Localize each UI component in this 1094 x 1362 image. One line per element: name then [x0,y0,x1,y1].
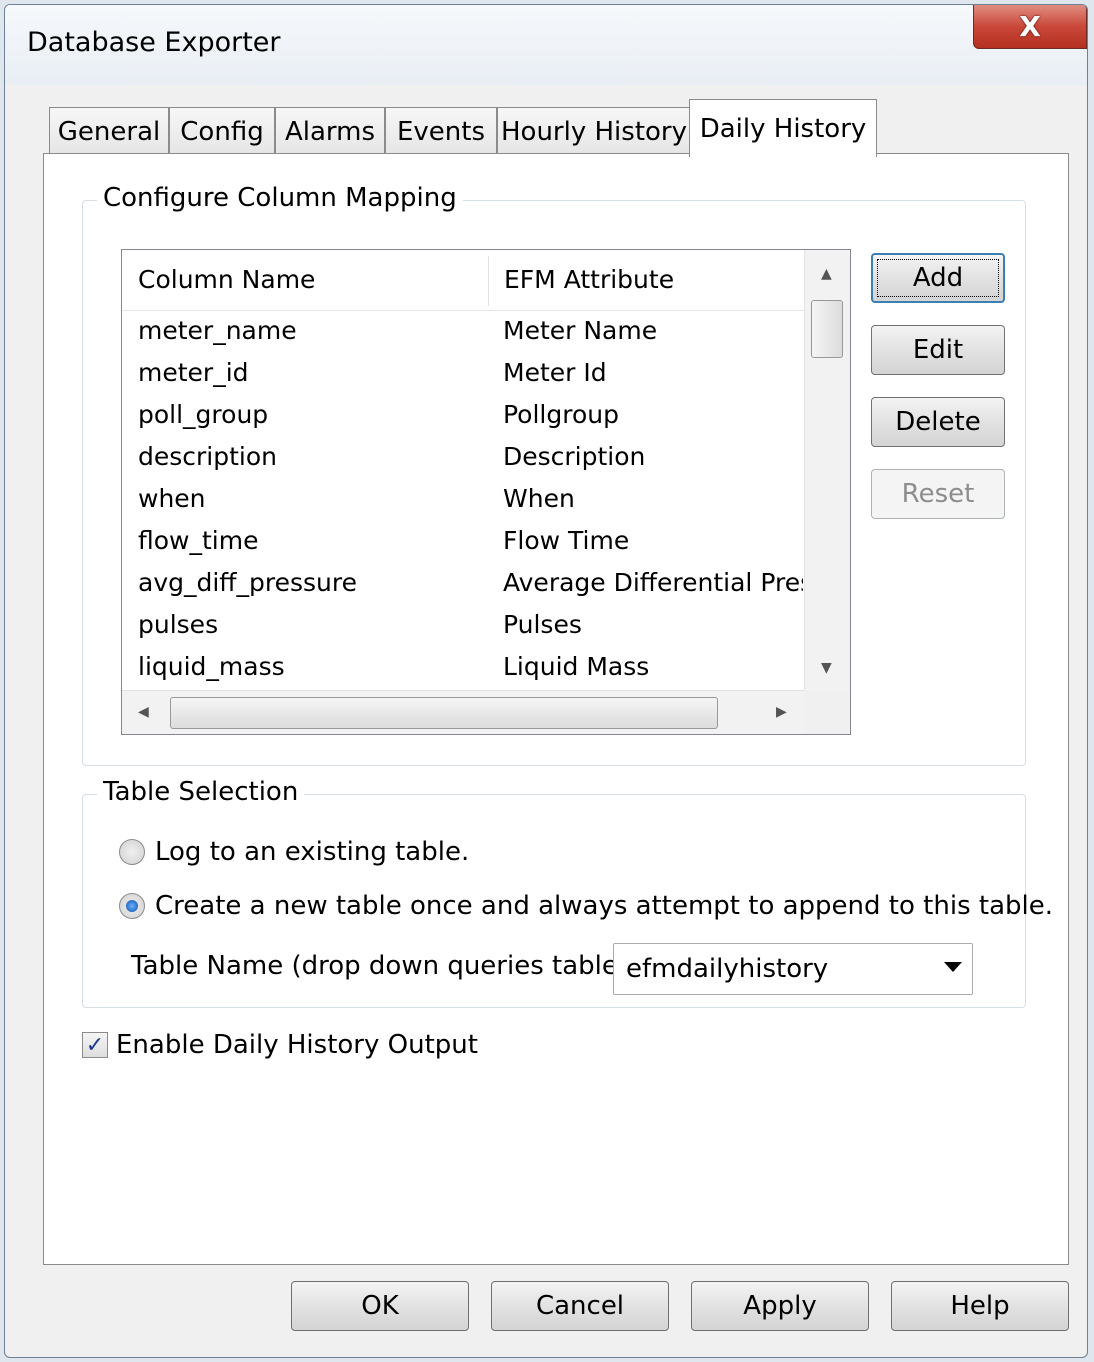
table-row[interactable]: flow_time Flow Time [122,522,804,564]
table-row[interactable]: description Description [122,438,804,480]
cell-efm-attribute: Average Differential Pres [503,568,803,597]
horizontal-scroll-thumb[interactable] [170,697,718,729]
cell-efm-attribute: Description [503,442,646,471]
scroll-down-arrow-icon[interactable]: ▼ [821,660,832,676]
header-column-name[interactable]: Column Name [122,250,488,310]
ok-button[interactable]: OK [291,1281,469,1331]
apply-button[interactable]: Apply [691,1281,869,1331]
enable-daily-history-checkbox[interactable]: ✓ [82,1032,108,1058]
radio-create-table-button[interactable] [119,893,145,919]
help-button-label: Help [950,1291,1010,1321]
enable-daily-history-label: Enable Daily History Output [116,1030,478,1060]
enable-daily-history-output[interactable]: ✓ Enable Daily History Output [82,1030,478,1060]
focus-rectangle [877,259,999,297]
cell-column-name: avg_diff_pressure [138,568,358,597]
cell-efm-attribute: When [503,484,575,513]
database-exporter-window: Database Exporter X General Config Alarm… [4,4,1088,1358]
close-icon: X [1019,10,1041,43]
reset-button-label: Reset [901,479,975,509]
vertical-scrollbar[interactable]: ▲ ▼ [804,250,850,690]
cell-efm-attribute: Flow Time [503,526,630,555]
scrollbar-corner [804,690,850,734]
tab-config[interactable]: Config [169,107,275,155]
tab-daily-history[interactable]: Daily History [689,99,877,157]
cell-efm-attribute: Pollgroup [503,400,619,429]
close-button[interactable]: X [973,5,1087,49]
table-name-label: Table Name (drop down queries tables) [131,951,642,981]
horizontal-scrollbar[interactable]: ◀ ▶ [122,690,804,734]
table-row[interactable]: when When [122,480,804,522]
cell-efm-attribute: Meter Id [503,358,607,387]
help-button[interactable]: Help [891,1281,1069,1331]
tab-hourly-history[interactable]: Hourly History [497,107,691,155]
column-mapping-group-label: Configure Column Mapping [97,183,463,213]
radio-existing-table[interactable]: Log to an existing table. [119,837,469,867]
cell-efm-attribute: Pulses [503,610,582,639]
window-title: Database Exporter [27,27,281,58]
tab-alarms[interactable]: Alarms [275,107,385,155]
ok-button-label: OK [361,1291,399,1321]
delete-button-label: Delete [895,407,981,437]
table-row[interactable]: pulses Pulses [122,606,804,648]
radio-create-table[interactable]: Create a new table once and always attem… [119,891,1053,921]
table-row[interactable]: liquid_mass Liquid Mass [122,648,804,690]
edit-button-label: Edit [912,335,964,365]
list-header: Column Name EFM Attribute [122,250,804,311]
vertical-scroll-thumb[interactable] [811,300,843,358]
table-name-dropdown[interactable]: efmdailyhistory [613,943,973,995]
reset-button[interactable]: Reset [871,469,1005,519]
column-mapping-group: Configure Column Mapping Column Name EFM… [82,183,1026,766]
cell-efm-attribute: Liquid Mass [503,652,650,681]
cell-efm-attribute: Meter Name [503,316,658,345]
table-name-value: efmdailyhistory [626,954,829,984]
chevron-down-icon[interactable] [944,962,962,972]
table-row[interactable]: poll_group Pollgroup [122,396,804,438]
radio-existing-table-button[interactable] [119,839,145,865]
table-selection-group-label: Table Selection [97,777,305,807]
daily-history-panel: Configure Column Mapping Column Name EFM… [43,153,1069,1265]
cancel-button[interactable]: Cancel [491,1281,669,1331]
cell-column-name: flow_time [138,526,259,555]
cell-column-name: pulses [138,610,219,639]
apply-button-label: Apply [743,1291,817,1321]
scroll-up-arrow-icon[interactable]: ▲ [821,266,832,282]
column-mapping-list[interactable]: Column Name EFM Attribute meter_name Mete… [121,249,851,735]
cell-column-name: poll_group [138,400,269,429]
tab-general[interactable]: General [49,107,169,155]
cancel-button-label: Cancel [535,1291,625,1321]
header-efm-attribute[interactable]: EFM Attribute [488,250,804,310]
cell-column-name: when [138,484,206,513]
radio-create-table-label: Create a new table once and always attem… [155,891,1053,921]
edit-button[interactable]: Edit [871,325,1005,375]
radio-existing-table-label: Log to an existing table. [155,837,470,867]
table-row[interactable]: avg_diff_pressure Average Differential Pr… [122,564,804,606]
delete-button[interactable]: Delete [871,397,1005,447]
scroll-right-arrow-icon[interactable]: ▶ [776,704,787,720]
cell-column-name: meter_name [138,316,297,345]
cell-column-name: meter_id [138,358,249,387]
table-selection-group: Table Selection Log to an existing table… [82,777,1053,1008]
table-row[interactable]: meter_name Meter Name [122,312,804,354]
cell-column-name: description [138,442,278,471]
table-row[interactable]: meter_id Meter Id [122,354,804,396]
tab-events[interactable]: Events [385,107,497,155]
cell-column-name: liquid_mass [138,652,285,681]
scroll-left-arrow-icon[interactable]: ◀ [138,704,149,720]
title-bar[interactable]: Database Exporter X [5,5,1087,85]
add-button[interactable]: Add [871,253,1005,303]
